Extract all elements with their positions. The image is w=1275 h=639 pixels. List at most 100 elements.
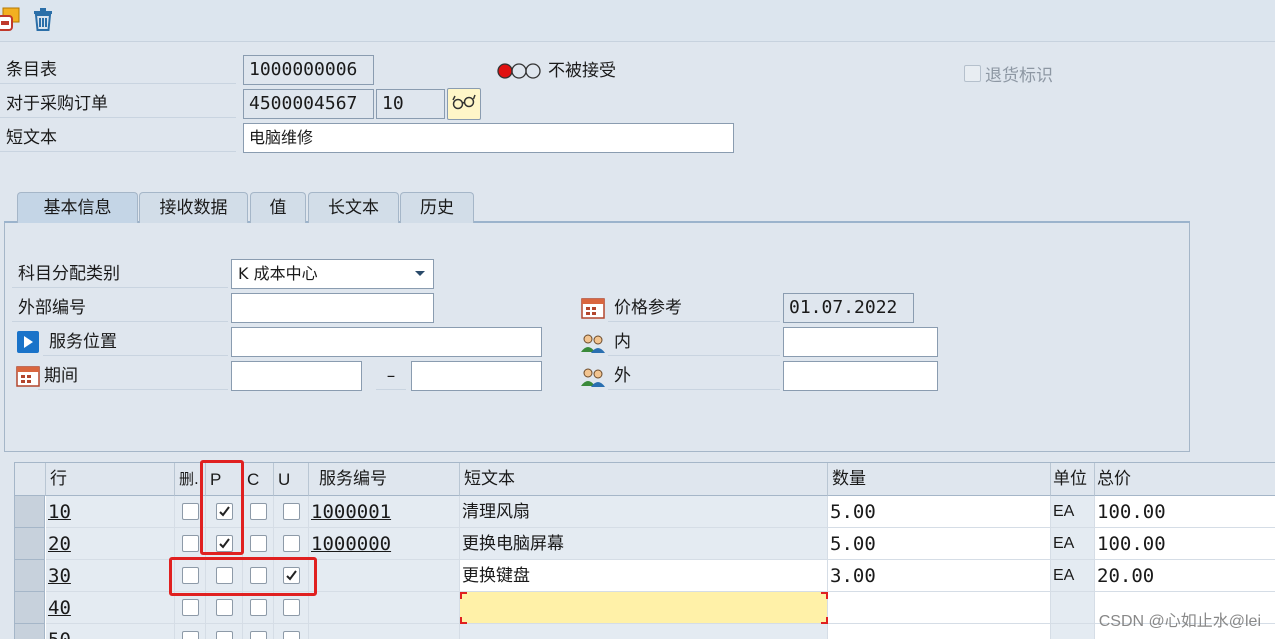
unit-cell[interactable]	[1051, 624, 1095, 639]
c-checkbox-cell	[243, 496, 274, 528]
tab-values[interactable]: 值	[250, 192, 306, 223]
total-price-cell[interactable]: 20.00	[1095, 560, 1275, 592]
u-checkbox[interactable]	[282, 599, 300, 616]
display-po-button[interactable]	[447, 88, 481, 120]
tab-long-text[interactable]: 长文本	[308, 192, 399, 223]
c-checkbox[interactable]	[249, 503, 267, 520]
line-number-cell[interactable]: 10	[46, 496, 175, 528]
total-price-cell[interactable]: 100.00	[1095, 496, 1275, 528]
total-price-cell[interactable]: 100.00	[1095, 528, 1275, 560]
col-line[interactable]: 行	[46, 463, 175, 496]
service-number-cell[interactable]	[309, 624, 460, 639]
delete-checkbox[interactable]	[181, 503, 199, 520]
unit-cell[interactable]: EA	[1051, 528, 1095, 560]
delete-checkbox[interactable]	[181, 631, 199, 639]
service-loc-field[interactable]	[231, 327, 542, 357]
price-ref-date-field[interactable]: 01.07.2022	[783, 293, 914, 323]
service-number-cell[interactable]	[309, 560, 460, 592]
delete-checkbox[interactable]	[181, 599, 199, 616]
select-all-header[interactable]	[15, 463, 46, 496]
u-checkbox[interactable]	[282, 631, 300, 639]
return-flag-box[interactable]	[964, 65, 981, 82]
period-from-field[interactable]	[231, 361, 362, 391]
short-text-cell[interactable]: 更换电脑屏幕	[460, 528, 828, 560]
line-number-cell[interactable]: 30	[46, 560, 175, 592]
period-separator: –	[376, 362, 406, 390]
hold-icon[interactable]	[0, 4, 24, 34]
quantity-cell[interactable]	[828, 624, 1051, 639]
u-checkbox[interactable]	[282, 535, 300, 552]
short-text-cell[interactable]: 清理风扇	[460, 496, 828, 528]
col-short-text[interactable]: 短文本	[460, 463, 828, 496]
unit-cell[interactable]: EA	[1051, 560, 1095, 592]
ext-number-field[interactable]	[231, 293, 434, 323]
u-checkbox[interactable]	[282, 503, 300, 520]
row-selector[interactable]	[15, 560, 45, 592]
short-text-field[interactable]: 电脑维修	[243, 123, 734, 153]
quantity-cell[interactable]	[828, 592, 1051, 624]
tab-receipt-data[interactable]: 接收数据	[139, 192, 248, 223]
line-number-cell[interactable]: 50	[46, 624, 175, 639]
tab-basic-info[interactable]: 基本信息	[17, 192, 138, 223]
row-selector[interactable]	[15, 528, 45, 560]
delete-checkbox[interactable]	[181, 535, 199, 552]
service-number-cell[interactable]: 1000000	[309, 528, 460, 560]
internal-label: 内	[608, 328, 780, 356]
col-c[interactable]: C	[243, 463, 274, 496]
acct-assign-dropdown[interactable]: K 成本中心	[231, 259, 434, 289]
short-text-cell[interactable]: 更换键盘	[460, 560, 828, 592]
service-number-cell[interactable]: 1000001	[309, 496, 460, 528]
service-number-cell[interactable]	[309, 592, 460, 624]
external-field[interactable]	[783, 361, 938, 391]
delete-checkbox-cell	[175, 592, 206, 624]
external-label: 外	[608, 362, 780, 390]
service-loc-label: 服务位置	[43, 328, 228, 356]
col-u[interactable]: U	[274, 463, 309, 496]
quantity-cell[interactable]: 5.00	[828, 496, 1051, 528]
row-selector[interactable]	[15, 496, 45, 528]
acct-assign-label: 科目分配类别	[12, 260, 228, 288]
entry-sheet-field[interactable]: 1000000006	[243, 55, 374, 85]
line-number-cell[interactable]: 20	[46, 528, 175, 560]
p-checkbox[interactable]	[215, 599, 233, 616]
col-total-price[interactable]: 总价	[1095, 463, 1275, 496]
p-checkbox[interactable]	[215, 631, 233, 639]
col-unit[interactable]: 单位	[1051, 463, 1095, 496]
short-text-cell[interactable]	[460, 624, 828, 639]
quantity-cell[interactable]: 5.00	[828, 528, 1051, 560]
entry-sheet-label: 条目表	[0, 56, 236, 84]
acct-assign-value: K 成本中心	[238, 264, 318, 283]
c-checkbox[interactable]	[249, 599, 267, 616]
col-quantity[interactable]: 数量	[828, 463, 1051, 496]
po-number-field[interactable]: 4500004567	[243, 89, 374, 119]
chevron-down-icon	[413, 260, 427, 297]
row-selector[interactable]	[15, 592, 45, 624]
u-checkbox-cell	[274, 528, 309, 560]
return-flag-checkbox[interactable]: 退货标识	[964, 61, 1053, 86]
line-number-cell[interactable]: 40	[46, 592, 175, 624]
highlight-p-column	[200, 460, 244, 555]
period-label: 期间	[38, 362, 228, 390]
play-icon[interactable]	[17, 331, 39, 353]
internal-field[interactable]	[783, 327, 938, 357]
col-service-number[interactable]: 服务编号	[309, 463, 460, 496]
tab-history[interactable]: 历史	[400, 192, 474, 223]
c-checkbox[interactable]	[249, 535, 267, 552]
p-checkbox-cell	[206, 592, 243, 624]
u-checkbox-cell	[274, 592, 309, 624]
row-selector[interactable]	[15, 624, 45, 639]
unit-cell[interactable]: EA	[1051, 496, 1095, 528]
delete-checkbox-cell	[175, 624, 206, 639]
unit-cell[interactable]	[1051, 592, 1095, 624]
short-text-cell[interactable]	[460, 592, 828, 624]
c-checkbox[interactable]	[249, 631, 267, 639]
u-checkbox-cell	[274, 624, 309, 639]
quantity-cell[interactable]: 3.00	[828, 560, 1051, 592]
c-checkbox-cell	[243, 592, 274, 624]
trash-icon[interactable]	[28, 4, 58, 34]
c-checkbox-cell	[243, 528, 274, 560]
po-item-field[interactable]: 10	[376, 89, 445, 119]
calendar-icon	[581, 297, 605, 319]
u-checkbox-cell	[274, 496, 309, 528]
period-to-field[interactable]	[411, 361, 542, 391]
